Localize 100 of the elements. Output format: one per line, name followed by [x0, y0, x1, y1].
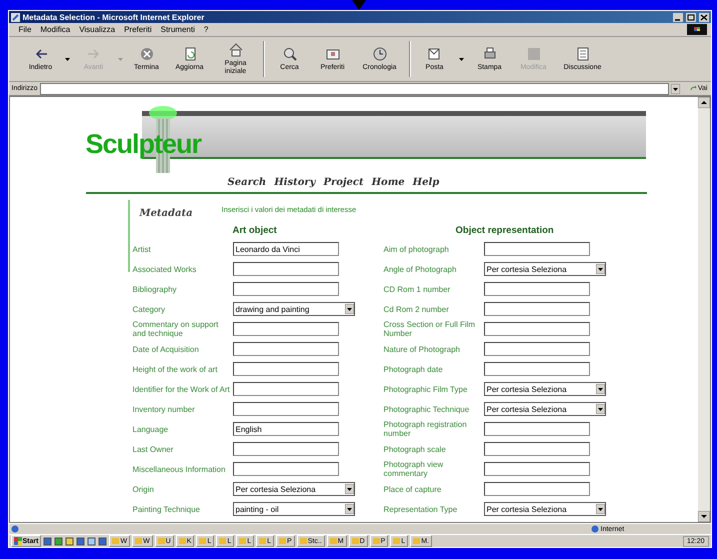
text-field[interactable] [232, 462, 338, 476]
mail-icon [426, 46, 442, 62]
field-label: Photograph registration number [384, 420, 468, 438]
nav-link[interactable]: History [274, 177, 316, 188]
text-field[interactable] [484, 302, 590, 316]
dropdown-field[interactable]: Per cortesia Seleziona [484, 382, 606, 396]
window-title: Metadata Selection - Microsoft Internet Explorer [22, 12, 206, 22]
document-icon [574, 46, 590, 62]
column-heading: Art object [232, 225, 277, 238]
dropdown-field[interactable]: drawing and painting [232, 302, 354, 316]
field-label: CD Rom 1 number [384, 284, 452, 294]
menu-item[interactable]: ? [204, 25, 208, 34]
home-icon [228, 42, 244, 58]
dropdown-arrow-icon[interactable] [344, 484, 354, 494]
dropdown-field[interactable]: Per cortesia Seleziona [484, 402, 606, 416]
windows-logo-icon [686, 24, 706, 35]
menu-item[interactable]: Strumenti [160, 25, 195, 34]
scroll-up-icon[interactable] [698, 97, 710, 108]
field-label: Representation Type [384, 504, 458, 514]
field-label: Photograph view commentary [384, 460, 444, 478]
field-label: Origin [132, 484, 155, 494]
menu-item[interactable]: Preferiti [124, 25, 152, 34]
menu-item[interactable]: Modifica [40, 25, 70, 34]
text-field[interactable] [232, 322, 338, 336]
maximize-icon[interactable] [686, 12, 696, 22]
text-field[interactable] [484, 322, 590, 336]
dropdown-field[interactable]: Per cortesia Seleziona [484, 502, 606, 516]
field-label: Commentary on support and technique [132, 320, 220, 338]
dropdown-field[interactable]: Per cortesia Seleziona [484, 262, 606, 276]
menu-item[interactable]: File [18, 25, 32, 34]
minimize-icon[interactable] [672, 12, 682, 22]
field-label: Aim of photograph [384, 244, 450, 254]
browser-icon [10, 12, 20, 22]
field-label: Category [132, 304, 166, 314]
text-field[interactable] [232, 282, 338, 296]
scrollbar[interactable] [698, 97, 710, 522]
caret-icon[interactable] [458, 58, 464, 60]
text-field[interactable] [484, 462, 590, 476]
nav-link[interactable]: Project [323, 177, 364, 188]
field-label: Photograph date [384, 364, 444, 374]
field-label: Associated Works [132, 264, 198, 274]
field-label: Artist [132, 244, 152, 254]
dropdown-arrow-icon[interactable] [670, 84, 680, 94]
field-label: Bibliography [132, 284, 178, 294]
dropdown-arrow-icon[interactable] [596, 264, 604, 274]
dropdown-field[interactable]: painting - oil [232, 502, 354, 516]
field-label: Last Owner [132, 444, 174, 454]
dropdown-arrow-icon[interactable] [596, 504, 604, 514]
field-label: Identifier for the Work of Art [132, 384, 231, 394]
text-field[interactable]: English [232, 422, 338, 436]
text-field[interactable]: Leonardo da Vinci [232, 242, 338, 256]
field-label: Painting Technique [132, 504, 201, 514]
dropdown-arrow-icon[interactable] [596, 404, 604, 414]
text-field[interactable] [484, 362, 590, 376]
scroll-down-icon[interactable] [698, 511, 710, 522]
dropdown-field[interactable]: Per cortesia Seleziona [232, 482, 354, 496]
caret-icon[interactable] [64, 58, 70, 60]
field-label: Miscellaneous Information [132, 464, 226, 474]
text-field[interactable] [232, 402, 338, 416]
field-label: Place of capture [384, 484, 442, 494]
field-label: Photographic Technique [384, 404, 470, 414]
stop-icon [138, 46, 154, 62]
text-field[interactable] [484, 342, 590, 356]
field-label: Height of the work of art [132, 364, 218, 374]
square-icon [526, 46, 542, 62]
text-field[interactable] [484, 242, 590, 256]
field-label: Angle of Photograph [384, 264, 458, 274]
field-label: Nature of Photograph [384, 344, 461, 354]
text-field[interactable] [484, 442, 590, 456]
field-label: Photographic Film Type [384, 384, 468, 394]
clock-icon [372, 46, 388, 62]
field-label: Cd Rom 2 number [384, 304, 450, 314]
field-label: Date of Acquisition [132, 344, 200, 354]
nav-link[interactable]: Home [372, 177, 405, 188]
dropdown-arrow-icon[interactable] [596, 384, 604, 394]
globe-icon [590, 525, 598, 533]
text-field[interactable] [484, 422, 590, 436]
text-field[interactable] [232, 362, 338, 376]
nav-link[interactable]: Search [228, 177, 266, 188]
text-field[interactable] [484, 482, 590, 496]
address-field[interactable] [40, 82, 669, 94]
logo: Sculpteur [86, 129, 202, 160]
section-title: Metadata [140, 208, 193, 219]
close-icon[interactable] [698, 12, 708, 22]
dropdown-arrow-icon[interactable] [344, 504, 354, 514]
field-label: Photograph scale [384, 444, 447, 454]
nav-link[interactable]: Help [412, 177, 440, 188]
windows-logo-icon [14, 537, 22, 545]
field-label: Language [132, 424, 170, 434]
menu-item[interactable]: Visualizza [79, 25, 116, 34]
text-field[interactable] [232, 382, 338, 396]
text-field[interactable] [232, 442, 338, 456]
dropdown-arrow-icon[interactable] [344, 304, 354, 314]
field-label: Inventory number [132, 404, 196, 414]
search-icon [282, 46, 298, 62]
text-field[interactable] [484, 282, 590, 296]
field-label: Cross Section or Full Film Number [384, 320, 476, 338]
text-field[interactable] [232, 342, 338, 356]
down-arrow-icon [352, 0, 366, 10]
text-field[interactable] [232, 262, 338, 276]
